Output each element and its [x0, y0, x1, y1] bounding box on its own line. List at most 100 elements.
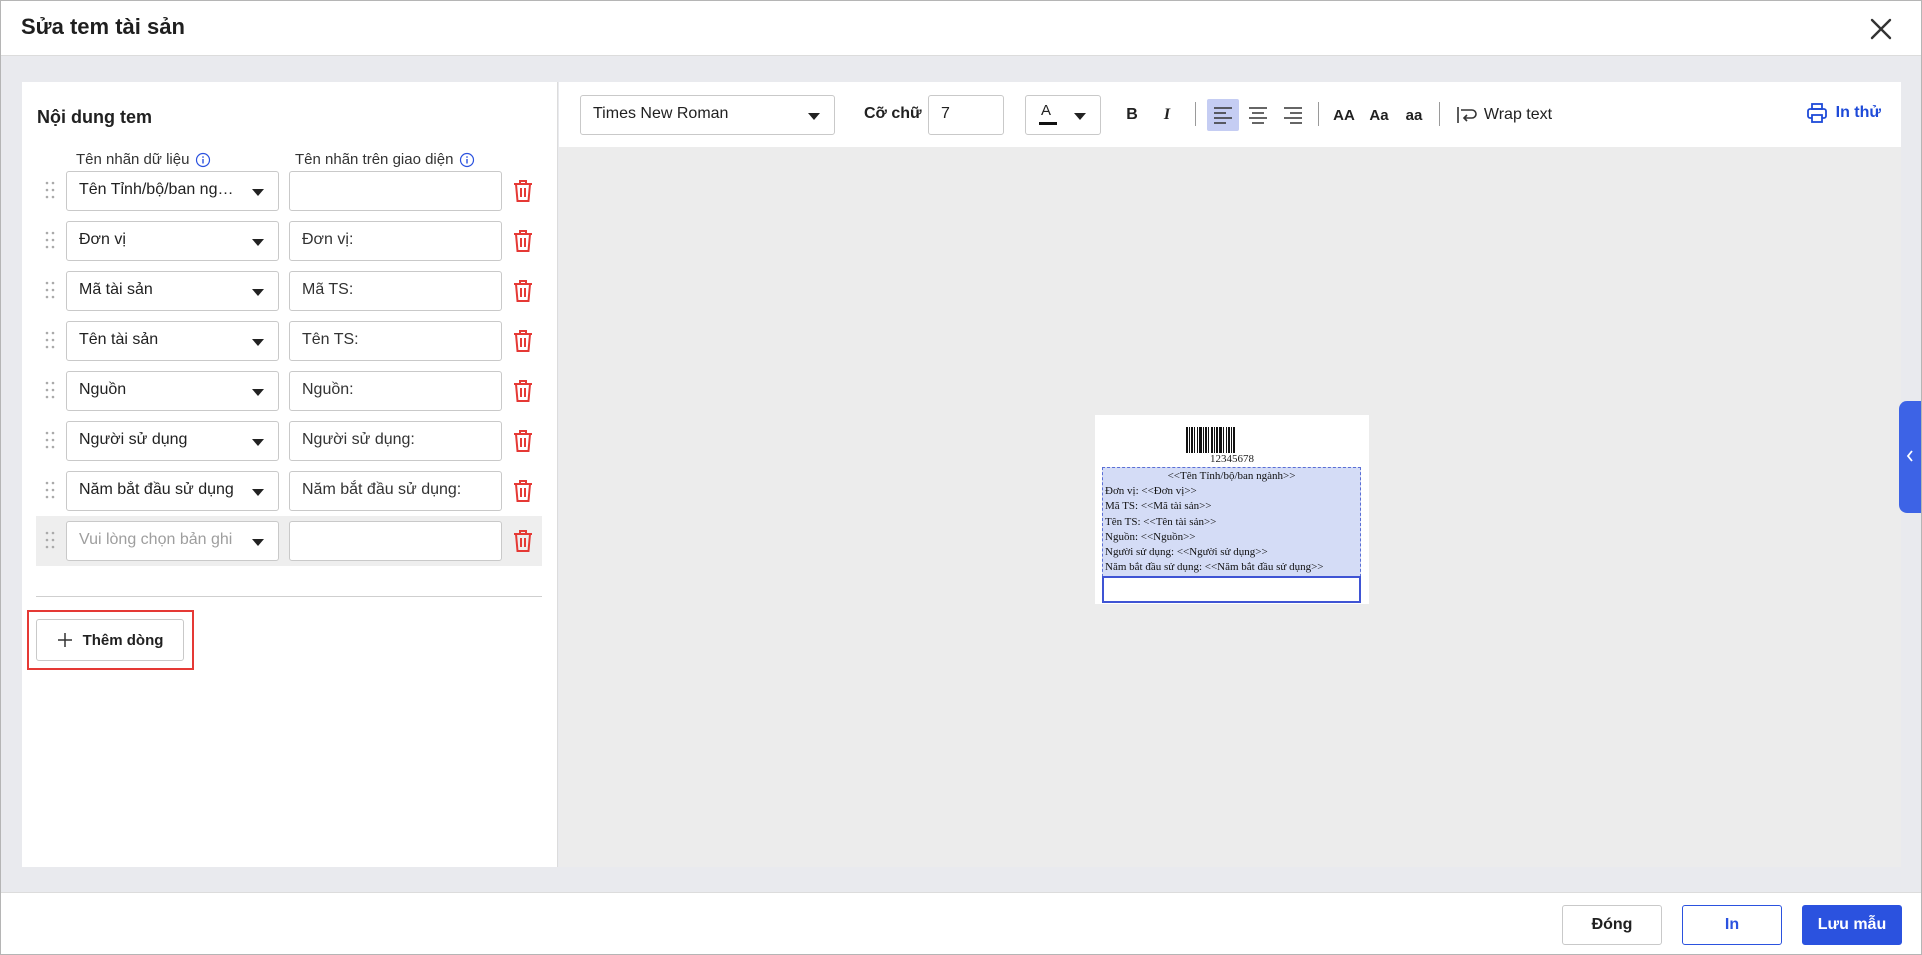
printer-icon — [1806, 103, 1827, 123]
preview-line: <<Tên Tỉnh/bộ/ban ngành>> — [1167, 470, 1296, 482]
dialog-header: Sửa tem tài sản — [1, 1, 1921, 56]
trash-icon[interactable] — [510, 228, 536, 254]
preview-line: Mã TS: <<Mã tài sản>> — [1105, 500, 1212, 513]
data-field-select[interactable]: Tên Tỉnh/bộ/ban ngành — [66, 171, 279, 211]
ui-label-input[interactable] — [289, 171, 502, 211]
italic-button[interactable]: I — [1153, 99, 1181, 131]
ui-label-input[interactable]: Người sử dụng: — [289, 421, 502, 461]
drag-handle-icon[interactable] — [44, 429, 56, 453]
dialog-title: Sửa tem tài sản — [21, 14, 185, 39]
caret-down-icon — [252, 489, 264, 496]
label-preview[interactable]: 12345678 <<Tên Tỉnh/bộ/ban ngành>> Đơn v… — [1095, 415, 1369, 604]
bold-button[interactable]: B — [1118, 99, 1146, 131]
caret-down-icon — [252, 239, 264, 246]
data-field-select[interactable]: Năm bắt đầu sử dụng — [66, 471, 279, 511]
data-field-value: Tên tài sản — [79, 331, 159, 348]
data-field-select[interactable]: Tên tài sản — [66, 321, 279, 361]
data-field-select[interactable]: Đơn vị — [66, 221, 279, 261]
data-field-value: Đơn vị — [79, 231, 126, 248]
font-family-select[interactable]: Times New Roman — [580, 95, 835, 135]
drag-handle-icon[interactable] — [44, 279, 56, 303]
dialog-footer: Đóng In Lưu mẫu — [1, 892, 1921, 954]
drag-handle-icon[interactable] — [44, 529, 56, 553]
save-template-button[interactable]: Lưu mẫu — [1802, 905, 1902, 945]
ui-label-input[interactable] — [289, 521, 502, 561]
titlecase-button[interactable]: Aa — [1364, 99, 1394, 131]
font-size-input[interactable]: 7 — [928, 95, 1004, 135]
edit-asset-label-dialog: Sửa tem tài sản Nội dung tem Tên nhãn dữ… — [0, 0, 1922, 955]
text-color-select[interactable]: A — [1025, 95, 1101, 135]
preview-line: Đơn vị: <<Đơn vị>> — [1105, 485, 1197, 498]
uppercase-button[interactable]: AA — [1329, 99, 1359, 131]
label-row: Tên Tỉnh/bộ/ban ngành — [36, 166, 542, 216]
label-row: Năm bắt đầu sử dụng Năm bắt đầu sử dụng: — [36, 466, 542, 516]
close-button[interactable]: Đóng — [1562, 905, 1662, 945]
trash-icon[interactable] — [510, 478, 536, 504]
text-color-swatch — [1039, 122, 1057, 125]
ui-label-input[interactable]: Đơn vị: — [289, 221, 502, 261]
label-content-panel: Nội dung tem Tên nhãn dữ liệu Tên nhãn t… — [22, 82, 558, 867]
trash-icon[interactable] — [510, 528, 536, 554]
data-field-select[interactable]: Vui lòng chọn bản ghi — [66, 521, 279, 561]
wrap-text-icon — [1457, 107, 1477, 123]
plus-icon — [57, 633, 72, 647]
align-left-icon — [1214, 107, 1232, 124]
label-row: Mã tài sản Mã TS: — [36, 266, 542, 316]
caret-down-icon — [252, 389, 264, 396]
font-family-value: Times New Roman — [593, 105, 729, 122]
divider — [36, 596, 542, 597]
trash-icon[interactable] — [510, 428, 536, 454]
chevron-left-icon — [1906, 450, 1913, 462]
text-color-letter: A — [1041, 102, 1052, 119]
preview-line: Năm bắt đầu sử dụng: <<Năm bắt đầu sử dụ… — [1105, 561, 1324, 574]
empty-line-block[interactable] — [1102, 576, 1361, 603]
font-size-label: Cỡ chữ — [864, 105, 922, 122]
align-right-button[interactable] — [1277, 99, 1309, 131]
data-field-select[interactable]: Mã tài sản — [66, 271, 279, 311]
print-test-label: In thử — [1835, 104, 1881, 121]
ui-label-input[interactable]: Mã TS: — [289, 271, 502, 311]
drag-handle-icon[interactable] — [44, 229, 56, 253]
wrap-text-button[interactable]: Wrap text — [1452, 99, 1556, 131]
data-field-value: Tên Tỉnh/bộ/ban ngành — [79, 181, 239, 198]
data-field-value: Người sử dụng — [79, 431, 188, 448]
trash-icon[interactable] — [510, 328, 536, 354]
trash-icon[interactable] — [510, 178, 536, 204]
ui-label-input[interactable]: Năm bắt đầu sử dụng: — [289, 471, 502, 511]
close-icon[interactable] — [1867, 15, 1895, 43]
format-toolbar: Times New Roman Cỡ chữ 7 A B I AA Aa aa … — [559, 82, 1901, 147]
add-row-button[interactable]: Thêm dòng — [36, 619, 184, 661]
wrap-text-label: Wrap text — [1483, 106, 1553, 123]
editor-panel: Times New Roman Cỡ chữ 7 A B I AA Aa aa … — [559, 82, 1901, 867]
label-row: Vui lòng chọn bản ghi — [36, 516, 542, 566]
data-field-select[interactable]: Nguồn — [66, 371, 279, 411]
print-button[interactable]: In — [1682, 905, 1782, 945]
drag-handle-icon[interactable] — [44, 379, 56, 403]
preview-line: Tên TS: <<Tên tài sản>> — [1105, 515, 1217, 528]
drag-handle-icon[interactable] — [44, 179, 56, 203]
align-left-button[interactable] — [1207, 99, 1239, 131]
data-field-value: Năm bắt đầu sử dụng — [79, 481, 234, 498]
dialog-body: Nội dung tem Tên nhãn dữ liệu Tên nhãn t… — [1, 56, 1921, 892]
barcode-number: 12345678 — [1210, 453, 1254, 465]
drag-handle-icon[interactable] — [44, 479, 56, 503]
trash-icon[interactable] — [510, 378, 536, 404]
drag-handle-icon[interactable] — [44, 329, 56, 353]
trash-icon[interactable] — [510, 278, 536, 304]
print-test-button[interactable]: In thử — [1806, 102, 1881, 124]
caret-down-icon — [1074, 113, 1086, 120]
caret-down-icon — [252, 339, 264, 346]
align-center-button[interactable] — [1242, 99, 1274, 131]
lowercase-button[interactable]: aa — [1399, 99, 1429, 131]
ui-label-input[interactable]: Tên TS: — [289, 321, 502, 361]
data-field-value: Vui lòng chọn bản ghi — [79, 531, 233, 548]
section-title: Nội dung tem — [37, 107, 152, 127]
toolbar-separator — [1318, 102, 1319, 126]
caret-down-icon — [252, 189, 264, 196]
caret-down-icon — [252, 439, 264, 446]
barcode-icon — [1186, 427, 1235, 453]
side-panel-toggle[interactable] — [1899, 401, 1921, 513]
ui-label-input[interactable]: Nguồn: — [289, 371, 502, 411]
data-field-select[interactable]: Người sử dụng — [66, 421, 279, 461]
label-text-block[interactable]: <<Tên Tỉnh/bộ/ban ngành>> Đơn vị: <<Đơn … — [1102, 467, 1361, 577]
